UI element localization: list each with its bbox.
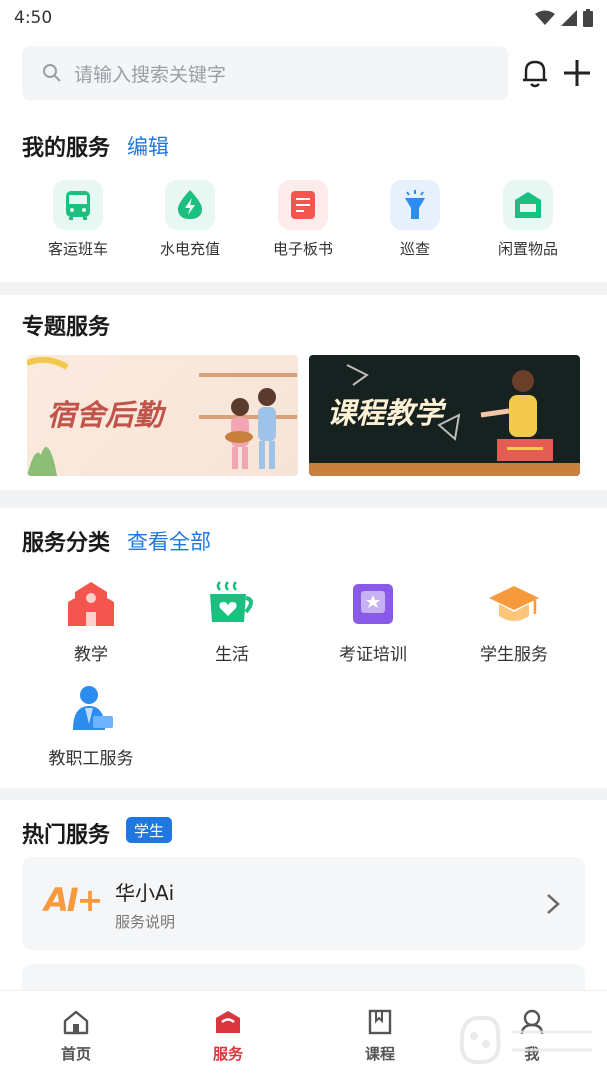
hot-services-title: 热门服务 <box>22 823 111 848</box>
search-input[interactable]: 请输入搜索关键字 <box>22 46 508 100</box>
signal-icon <box>561 10 577 26</box>
my-services-title: 我的服务 <box>22 136 111 161</box>
special-services-section: 专题服务 宿舍后勤 课程教学 <box>0 295 607 490</box>
category-teaching[interactable]: 教学 <box>21 580 161 665</box>
category-life[interactable]: 生活 <box>162 580 302 665</box>
tab-label: 课程 <box>364 1045 395 1063</box>
course-icon <box>368 1009 392 1035</box>
search-icon <box>43 64 61 82</box>
certificate-icon <box>353 584 393 624</box>
ebook-icon <box>278 180 328 230</box>
home-icon <box>63 1010 89 1035</box>
service-ebook[interactable]: 电子板书 <box>248 180 358 259</box>
hot-services-section: 热门服务 学生 AI+ 华小Ai 服务说明 <box>0 800 607 1004</box>
hot-service-ai[interactable]: AI+ 华小Ai 服务说明 <box>22 857 585 950</box>
service-icon <box>216 1011 240 1033</box>
tab-services[interactable]: 服务 <box>178 1009 278 1064</box>
category-student-services[interactable]: 学生服务 <box>444 580 584 665</box>
category-label: 学生服务 <box>480 645 548 665</box>
categories-title: 服务分类 <box>22 531 111 556</box>
student-badge[interactable]: 学生 <box>126 817 173 843</box>
edit-link[interactable]: 编辑 <box>127 131 169 161</box>
service-water-electric[interactable]: 水电充值 <box>135 180 245 259</box>
view-all-link[interactable]: 查看全部 <box>127 526 211 556</box>
banner-dorm-logistics[interactable]: 宿舍后勤 <box>27 355 298 476</box>
hot-service-subtitle: 服务说明 <box>115 913 176 931</box>
category-label: 教职工服务 <box>48 749 134 769</box>
special-services-title: 专题服务 <box>22 315 111 340</box>
service-idle-items[interactable]: 闲置物品 <box>473 180 583 259</box>
tab-label: 首页 <box>60 1045 91 1063</box>
add-icon[interactable] <box>562 58 592 88</box>
service-label: 巡查 <box>399 240 430 258</box>
banner-title: 课程教学 <box>327 396 444 430</box>
flashlight-icon <box>390 180 440 230</box>
tab-courses[interactable]: 课程 <box>330 1009 430 1064</box>
bell-icon[interactable] <box>521 58 549 88</box>
idle-items-icon <box>503 180 553 230</box>
battery-icon <box>583 9 593 27</box>
service-label: 闲置物品 <box>497 240 558 258</box>
category-label: 考证培训 <box>339 645 407 665</box>
tab-home[interactable]: 首页 <box>26 1009 126 1064</box>
hot-service-title: 华小Ai <box>115 881 175 905</box>
banner-course-teaching[interactable]: 课程教学 <box>309 355 580 476</box>
wifi-icon <box>535 10 555 25</box>
school-building-icon <box>68 582 114 626</box>
service-label: 水电充值 <box>159 240 220 258</box>
watermark-logo <box>459 1015 592 1065</box>
tab-label: 服务 <box>212 1045 243 1063</box>
status-bar: 4:50 <box>0 0 607 36</box>
category-certificate-training[interactable]: 考证培训 <box>303 580 443 665</box>
service-label: 电子板书 <box>272 240 333 258</box>
service-categories-section: 服务分类 查看全部 教学 生活 考证培训 学生服务 教职工服务 <box>0 508 607 788</box>
water-electric-icon <box>165 180 215 230</box>
status-icons <box>535 9 593 27</box>
service-bus[interactable]: 客运班车 <box>23 180 133 259</box>
search-placeholder: 请输入搜索关键字 <box>74 63 227 86</box>
ai-logo: AI+ <box>44 881 104 919</box>
graduation-cap-icon <box>489 586 539 621</box>
service-label: 客运班车 <box>47 240 108 258</box>
banner-title: 宿舍后勤 <box>47 398 164 432</box>
category-label: 教学 <box>74 645 108 665</box>
staff-icon <box>73 686 113 730</box>
service-patrol[interactable]: 巡查 <box>360 180 470 259</box>
my-services-section: 我的服务 编辑 客运班车 水电充值 电子板书 巡查 闲置物品 <box>0 120 607 282</box>
status-time: 4:50 <box>14 8 53 28</box>
category-label: 生活 <box>215 645 249 665</box>
chevron-right-icon <box>547 894 560 914</box>
category-staff-services[interactable]: 教职工服务 <box>21 684 161 769</box>
coffee-cup-icon <box>210 581 253 622</box>
top-bar: 请输入搜索关键字 <box>0 36 607 120</box>
bus-icon <box>53 180 103 230</box>
